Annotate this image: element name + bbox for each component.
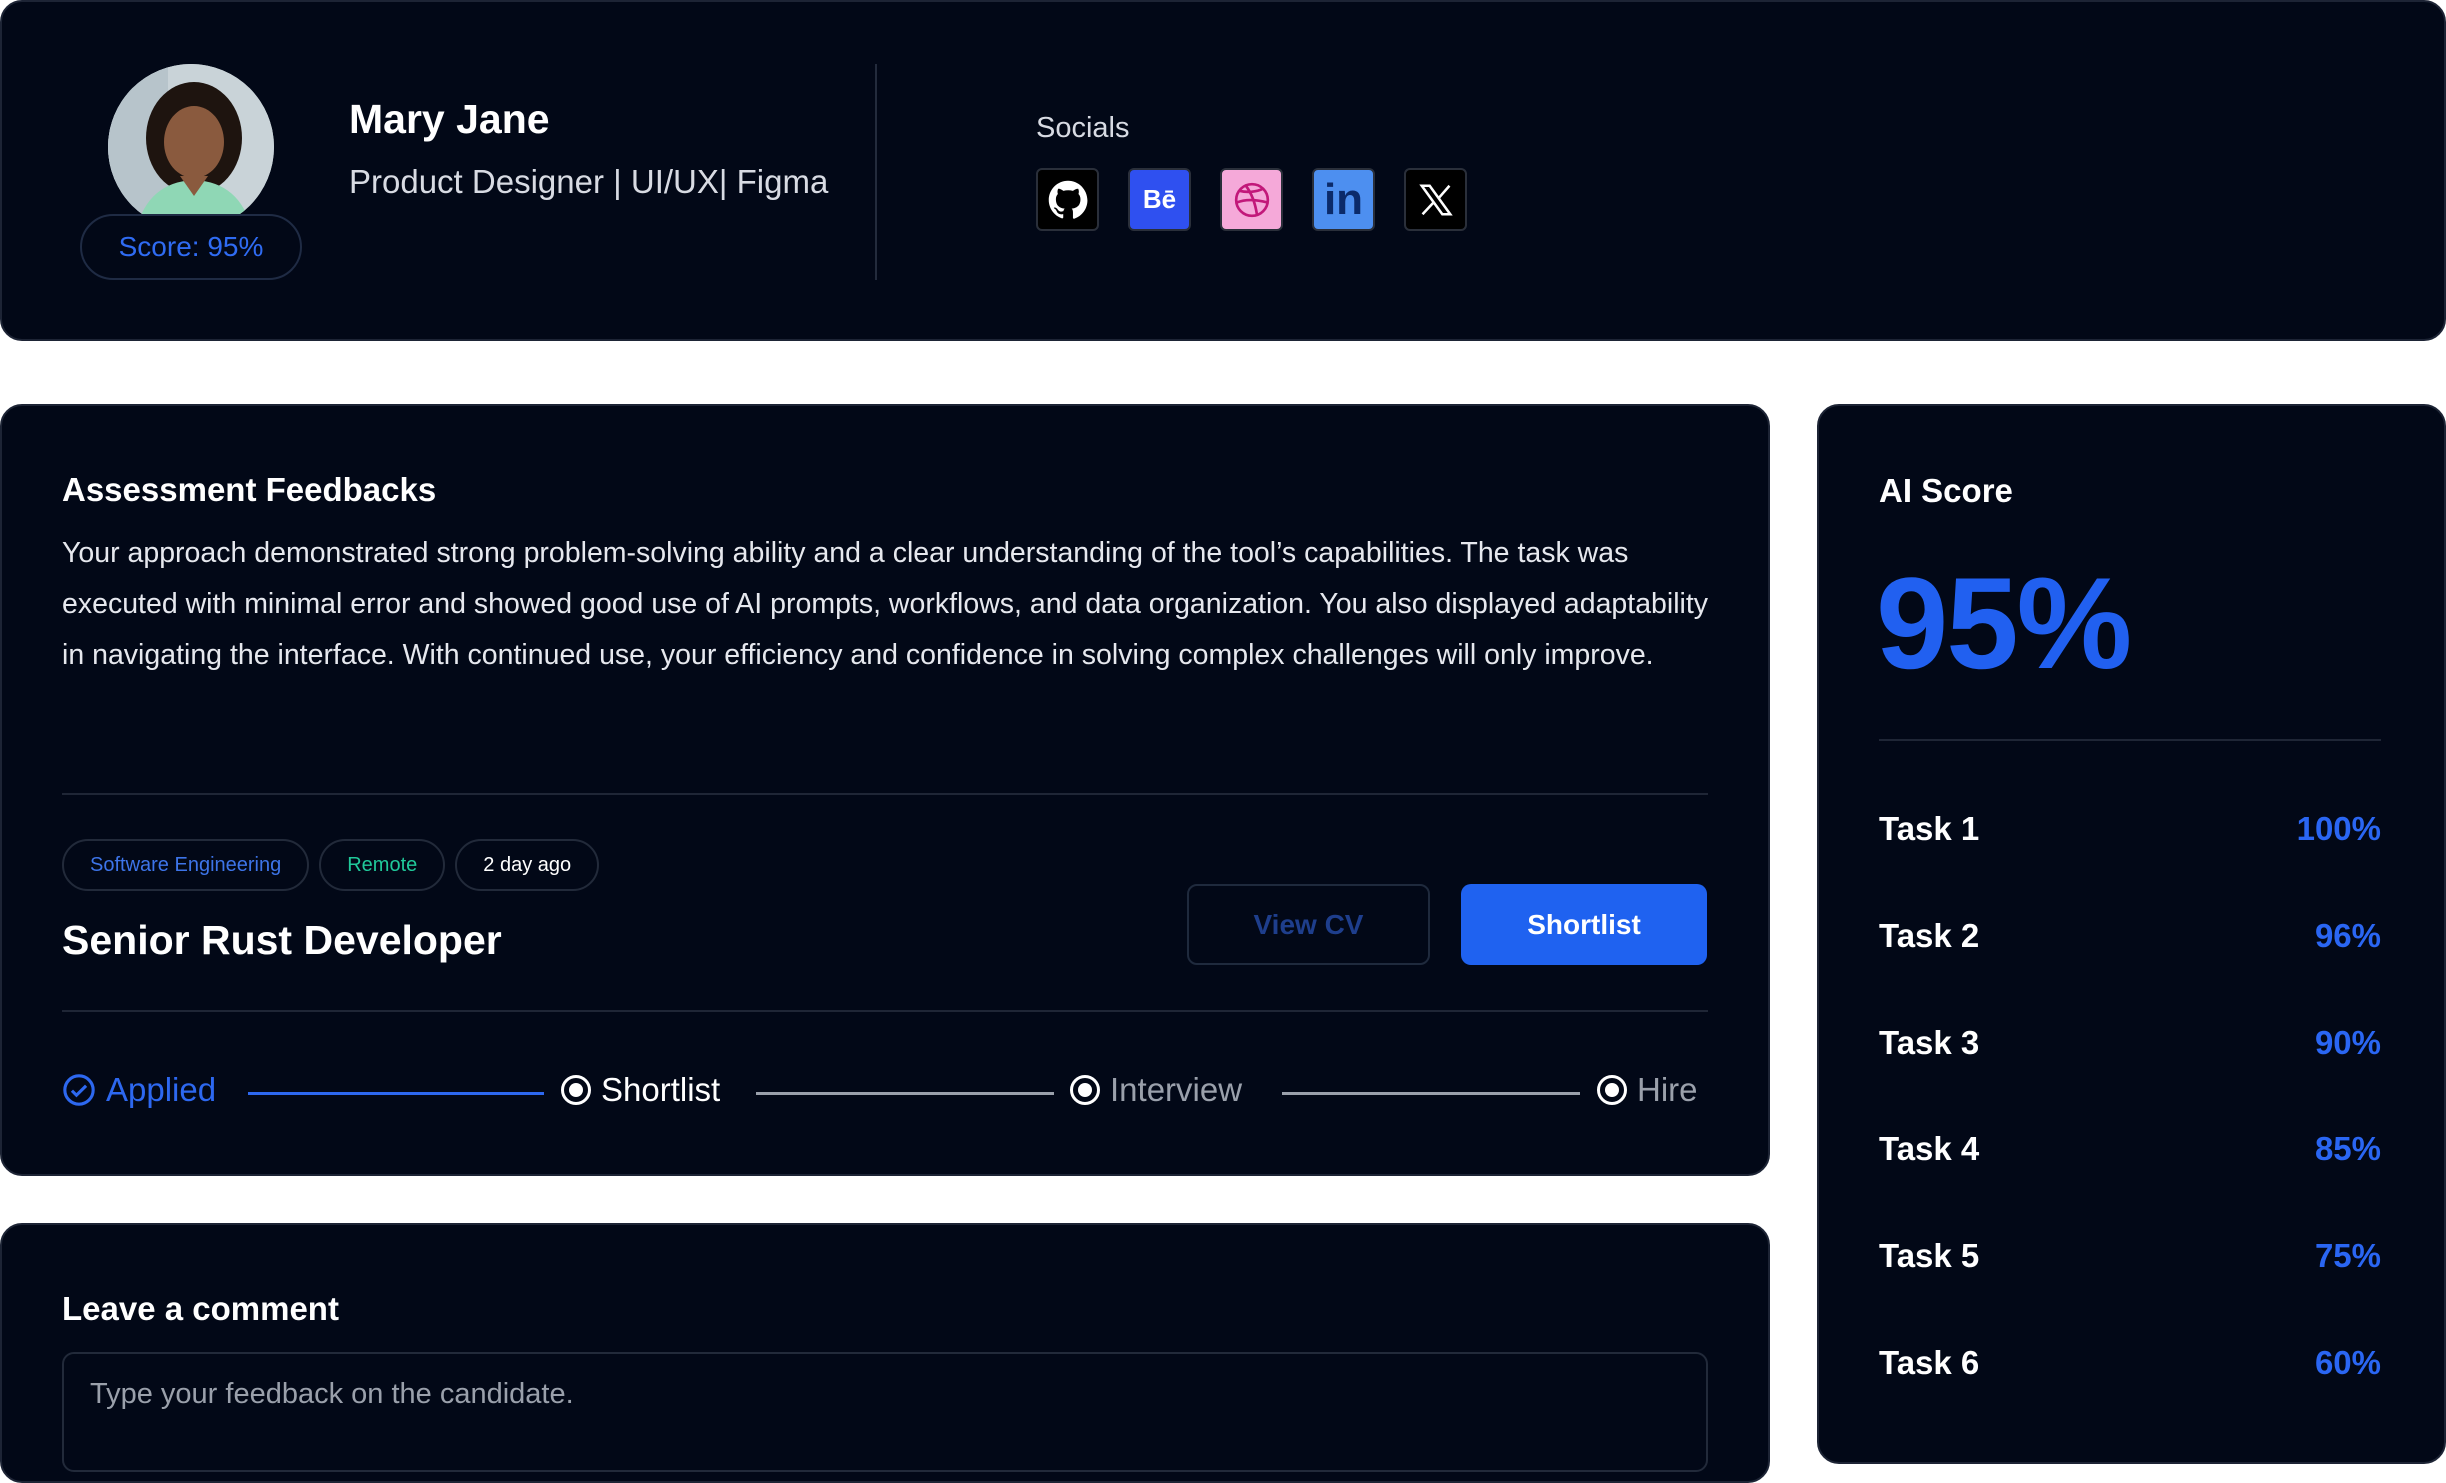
shortlist-button[interactable]: Shortlist [1461, 884, 1707, 965]
step-applied[interactable]: Applied [62, 1071, 216, 1109]
x-icon[interactable] [1404, 168, 1467, 231]
candidate-role: Product Designer | UI/UX| Figma [349, 163, 829, 200]
check-circle-icon [63, 1074, 95, 1106]
task-score: 90% [2314, 1024, 2381, 1061]
comment-title: Leave a comment [62, 1290, 339, 1327]
divider [62, 793, 1708, 795]
task-row: Task 1 100% [1879, 810, 2381, 848]
profile-card: Score: 95% Mary Jane Product Designer | … [0, 0, 2446, 341]
divider [1879, 739, 2381, 741]
task-label: Task 4 [1879, 1130, 1980, 1167]
divider [62, 1010, 1708, 1012]
task-score: 85% [2314, 1130, 2381, 1167]
task-label: Task 2 [1879, 917, 1980, 954]
socials-label: Socials [1036, 112, 1130, 144]
progress-line-done [248, 1092, 544, 1095]
task-row: Task 3 90% [1879, 1024, 2381, 1062]
task-label: Task 3 [1879, 1024, 1980, 1061]
task-row: Task 6 60% [1879, 1344, 2381, 1382]
radio-pending-icon [1070, 1075, 1100, 1105]
avatar [108, 64, 274, 230]
score-badge: Score: 95% [80, 214, 302, 280]
task-score: 60% [2314, 1344, 2381, 1381]
task-score: 100% [2296, 810, 2381, 847]
task-label: Task 5 [1879, 1237, 1980, 1274]
step-shortlist-label: Shortlist [601, 1071, 721, 1108]
job-title: Senior Rust Developer [62, 917, 502, 963]
ai-score-title: AI Score [1879, 472, 2013, 509]
comment-input[interactable] [62, 1352, 1708, 1472]
step-hire-label: Hire [1637, 1071, 1698, 1108]
job-tags: Software Engineering Remote 2 day ago [62, 839, 600, 891]
step-interview[interactable]: Interview [1070, 1071, 1242, 1109]
divider [875, 64, 877, 280]
tag-location: Remote [319, 839, 446, 891]
task-row: Task 5 75% [1879, 1237, 2381, 1275]
avatar-image [108, 64, 274, 230]
task-score: 75% [2314, 1237, 2381, 1274]
task-label: Task 6 [1879, 1344, 1980, 1381]
task-row: Task 2 96% [1879, 917, 2381, 955]
candidate-name: Mary Jane [349, 96, 550, 142]
task-score: 96% [2314, 917, 2381, 954]
feedback-text: Your approach demonstrated strong proble… [62, 537, 1709, 671]
linkedin-icon[interactable]: in [1312, 168, 1375, 231]
step-hire[interactable]: Hire [1597, 1071, 1698, 1109]
ai-score-value: 95% [1876, 550, 2132, 696]
behance-icon[interactable]: Bē [1128, 168, 1191, 231]
tag-posted: 2 day ago [455, 839, 600, 891]
feedback-card [0, 404, 1770, 1176]
linkedin-label: in [1323, 174, 1364, 224]
tag-category: Software Engineering [62, 839, 310, 891]
behance-label: Bē [1142, 184, 1177, 214]
step-applied-label: Applied [106, 1071, 217, 1108]
tag-location-label: Remote [347, 853, 418, 876]
task-row: Task 4 85% [1879, 1130, 2381, 1168]
task-label: Task 1 [1879, 810, 1980, 847]
view-cv-button[interactable]: View CV [1187, 884, 1430, 965]
github-icon[interactable] [1036, 168, 1099, 231]
tag-posted-label: 2 day ago [483, 853, 572, 876]
progress-line-pending [756, 1092, 1054, 1095]
socials-list: Bē in [1036, 168, 1467, 231]
tag-category-label: Software Engineering [90, 853, 282, 876]
step-shortlist[interactable]: Shortlist [561, 1071, 720, 1109]
dribbble-icon[interactable] [1220, 168, 1283, 231]
progress-line-pending [1282, 1092, 1580, 1095]
step-interview-label: Interview [1110, 1071, 1243, 1108]
feedback-title: Assessment Feedbacks [62, 471, 437, 508]
radio-pending-icon [1597, 1075, 1627, 1105]
radio-current-icon [561, 1075, 591, 1105]
